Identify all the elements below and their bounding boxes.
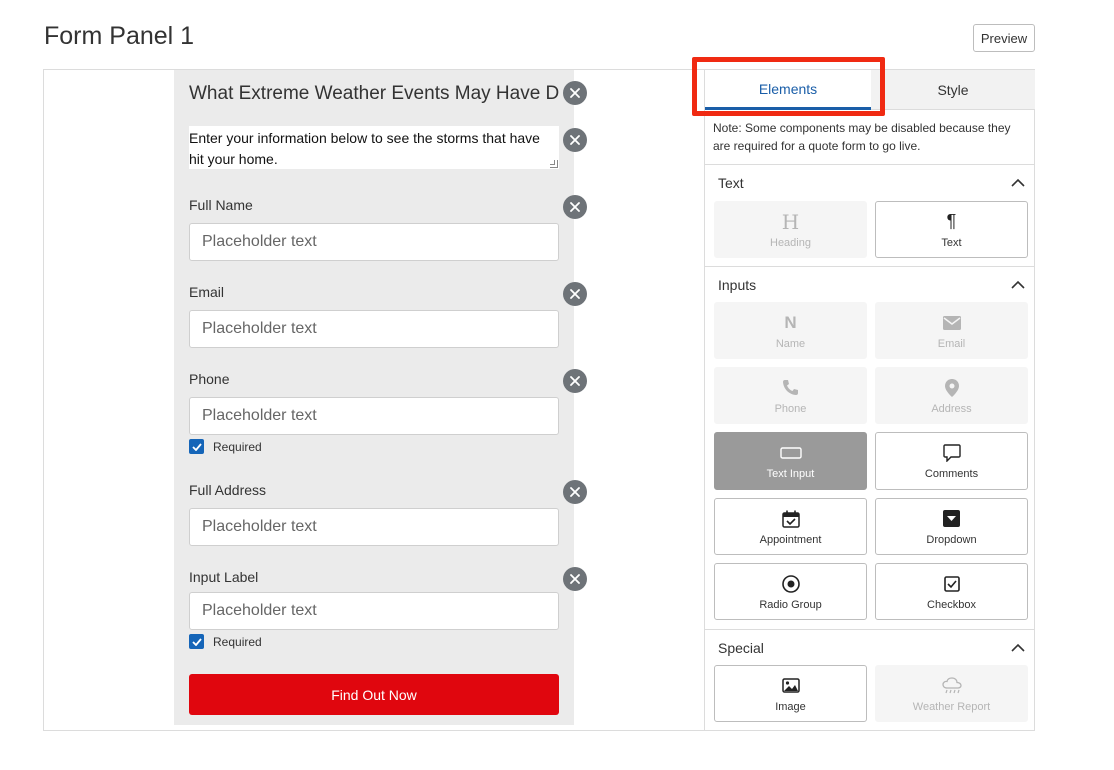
tile-text[interactable]: ¶ Text (875, 201, 1028, 258)
tile-heading: H Heading (714, 201, 867, 258)
form-description-text: Enter your information below to see the … (189, 130, 540, 167)
cloud-rain-icon (941, 675, 962, 697)
section-text-title: Text (718, 174, 744, 191)
tile-text-input-label: Text Input (766, 468, 815, 480)
tile-appointment[interactable]: Appointment (714, 498, 867, 555)
section-inputs-title: Inputs (718, 276, 757, 293)
tile-email: Email (875, 302, 1028, 359)
tile-name: N Name (714, 302, 867, 359)
section-special-title: Special (718, 639, 764, 656)
phone-input[interactable]: Placeholder text (189, 397, 559, 435)
tile-appointment-label: Appointment (759, 533, 822, 546)
form-description[interactable]: Enter your information below to see the … (189, 126, 559, 169)
full-name-input[interactable]: Placeholder text (189, 223, 559, 261)
tile-checkbox[interactable]: Checkbox (875, 563, 1028, 620)
radio-icon (781, 573, 800, 595)
section-text-header[interactable]: Text (705, 164, 1035, 200)
input-label-input[interactable]: Placeholder text (189, 592, 559, 630)
tile-radio-group[interactable]: Radio Group (714, 563, 867, 620)
dropdown-icon (943, 508, 960, 530)
tile-phone: Phone (714, 367, 867, 424)
remove-heading-button[interactable] (563, 81, 587, 105)
close-icon (570, 376, 580, 386)
checkbox-icon (943, 573, 960, 595)
tile-address: Address (875, 367, 1028, 424)
tile-comments[interactable]: Comments (875, 432, 1028, 490)
image-icon (781, 675, 800, 697)
full-address-input[interactable]: Placeholder text (189, 508, 559, 546)
close-icon (570, 289, 580, 299)
comment-icon (942, 442, 961, 464)
tile-phone-label: Phone (774, 402, 807, 415)
email-label: Email (189, 284, 225, 300)
text-input-icon (779, 442, 802, 464)
page-title: Form Panel 1 (44, 22, 195, 50)
remove-description-button[interactable] (563, 128, 587, 152)
elements-sidebar: Elements Style Note: Some components may… (704, 70, 1035, 730)
input-label-required-checkbox[interactable] (189, 634, 204, 649)
tile-radio-group-label: Radio Group (759, 598, 822, 611)
tile-email-label: Email (937, 337, 966, 350)
input-label-label: Input Label (189, 569, 259, 585)
checkmark-icon (191, 637, 202, 646)
heading-icon: H (781, 209, 800, 234)
remove-input-label-button[interactable] (563, 567, 587, 591)
phone-required-label: Required (213, 439, 262, 454)
tile-address-label: Address (931, 402, 972, 415)
name-icon: N (784, 312, 797, 332)
tile-weather-report: Weather Report (875, 665, 1028, 722)
tile-text-label: Text (941, 236, 962, 249)
map-pin-icon (944, 377, 959, 399)
paragraph-icon: ¶ (946, 211, 957, 231)
email-input[interactable]: Placeholder text (189, 310, 559, 348)
chevron-up-icon[interactable] (1011, 280, 1025, 290)
tile-weather-report-label: Weather Report (912, 700, 991, 713)
highlight-annotation-box (692, 57, 885, 116)
input-label-required-label: Required (213, 634, 262, 649)
tile-text-input[interactable]: Text Input (714, 432, 867, 490)
envelope-icon (942, 312, 961, 334)
phone-icon (782, 377, 799, 399)
sidebar-note: Note: Some components may be disabled be… (713, 121, 1011, 153)
close-icon (570, 88, 580, 98)
phone-required-checkbox[interactable] (189, 439, 204, 454)
tile-heading-label: Heading (770, 236, 811, 249)
remove-full-name-button[interactable] (563, 195, 587, 219)
tab-style[interactable]: Style (871, 70, 1035, 110)
remove-full-address-button[interactable] (563, 480, 587, 504)
section-special-header[interactable]: Special (705, 629, 1035, 665)
input-label-required-row: Required (189, 634, 262, 649)
tile-image[interactable]: Image (714, 665, 867, 722)
resize-handle-icon[interactable] (550, 160, 558, 168)
full-address-label: Full Address (189, 482, 267, 498)
form-heading[interactable]: What Extreme Weather Events May Have Da (189, 82, 559, 106)
remove-phone-button[interactable] (563, 369, 587, 393)
phone-required-row: Required (189, 439, 262, 454)
section-inputs-header[interactable]: Inputs (705, 266, 1035, 302)
chevron-up-icon[interactable] (1011, 643, 1025, 653)
remove-email-button[interactable] (563, 282, 587, 306)
phone-label: Phone (189, 371, 230, 387)
tile-dropdown-label: Dropdown (926, 533, 977, 546)
close-icon (570, 135, 580, 145)
full-name-label: Full Name (189, 197, 253, 213)
close-icon (570, 574, 580, 584)
checkmark-icon (191, 442, 202, 451)
tile-image-label: Image (775, 700, 806, 713)
calendar-check-icon (781, 508, 800, 530)
chevron-up-icon[interactable] (1011, 178, 1025, 188)
tile-name-label: Name (775, 337, 806, 350)
tile-comments-label: Comments (924, 468, 979, 480)
tile-dropdown[interactable]: Dropdown (875, 498, 1028, 555)
tile-checkbox-label: Checkbox (927, 598, 976, 611)
close-icon (570, 202, 580, 212)
submit-button[interactable]: Find Out Now (189, 674, 559, 715)
close-icon (570, 487, 580, 497)
preview-button[interactable]: Preview (973, 24, 1035, 52)
